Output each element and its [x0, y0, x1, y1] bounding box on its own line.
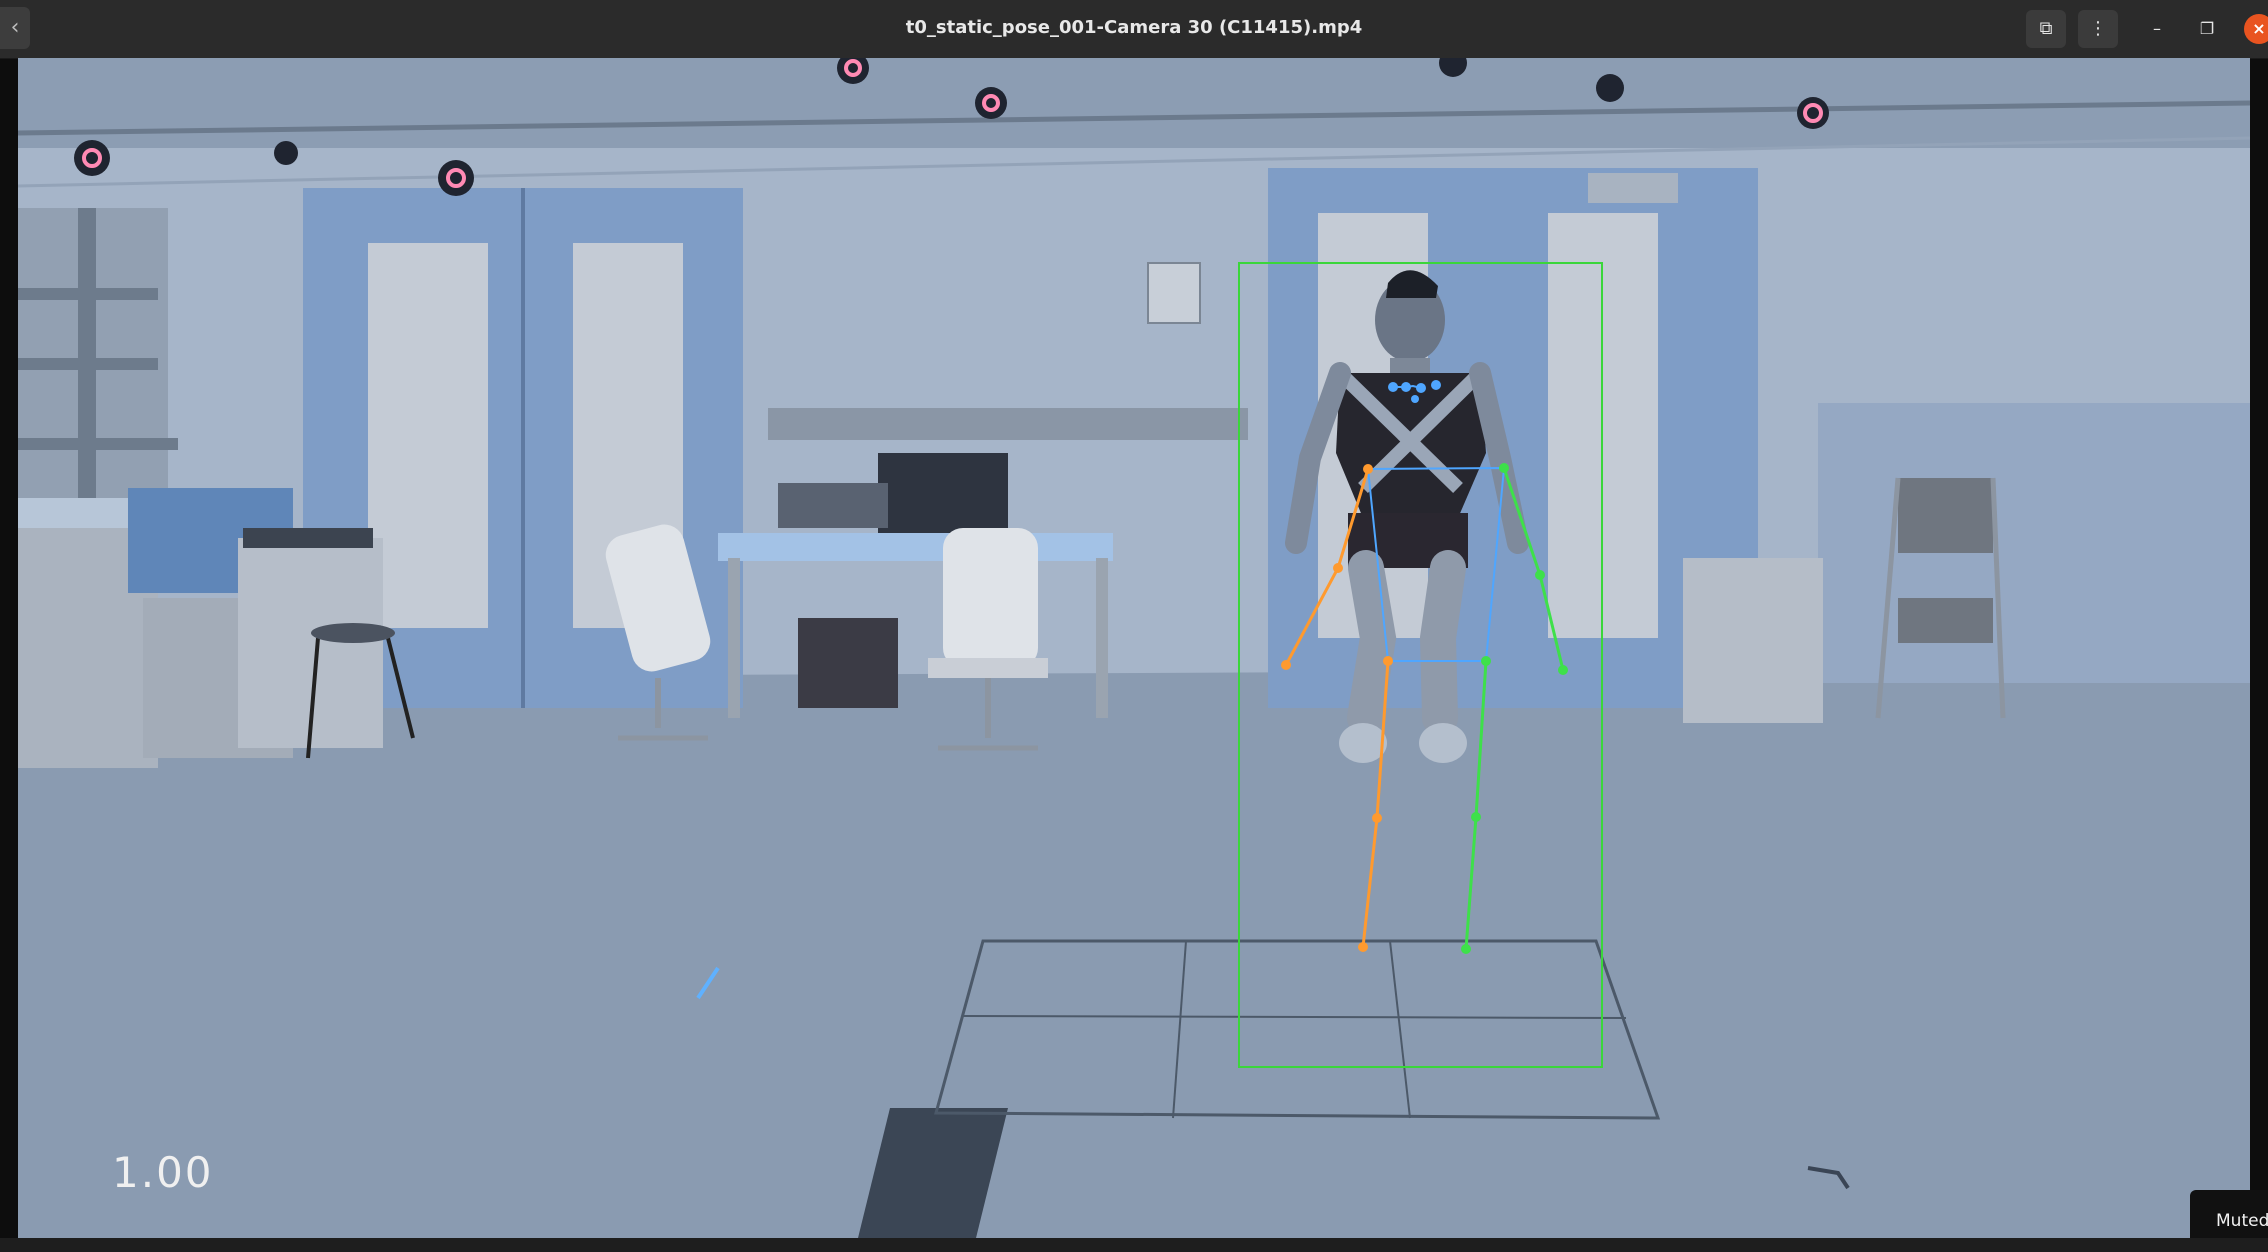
kebab-menu-icon: ⋮: [2089, 18, 2107, 39]
title-bar: ‹ t0_static_pose_001-Camera 30 (C11415).…: [0, 0, 2268, 59]
picture-in-picture-button[interactable]: ⧉: [2026, 10, 2066, 48]
video-timecode: 1.00: [112, 1148, 214, 1197]
picture-in-picture-icon: ⧉: [2039, 18, 2053, 39]
maximize-button[interactable]: ❐: [2192, 14, 2222, 44]
menu-button[interactable]: ⋮: [2078, 10, 2118, 48]
close-icon: ×: [2252, 19, 2266, 38]
video-player[interactable]: [18, 58, 2250, 1238]
bottom-bar: [0, 1238, 2268, 1252]
video-frame: [18, 58, 2250, 1238]
maximize-icon: ❐: [2199, 19, 2215, 38]
close-button[interactable]: ×: [2244, 14, 2268, 44]
minimize-button[interactable]: –: [2142, 14, 2172, 44]
minimize-icon: –: [2153, 19, 2161, 38]
window-title: t0_static_pose_001-Camera 30 (C11415).mp…: [905, 17, 1363, 38]
